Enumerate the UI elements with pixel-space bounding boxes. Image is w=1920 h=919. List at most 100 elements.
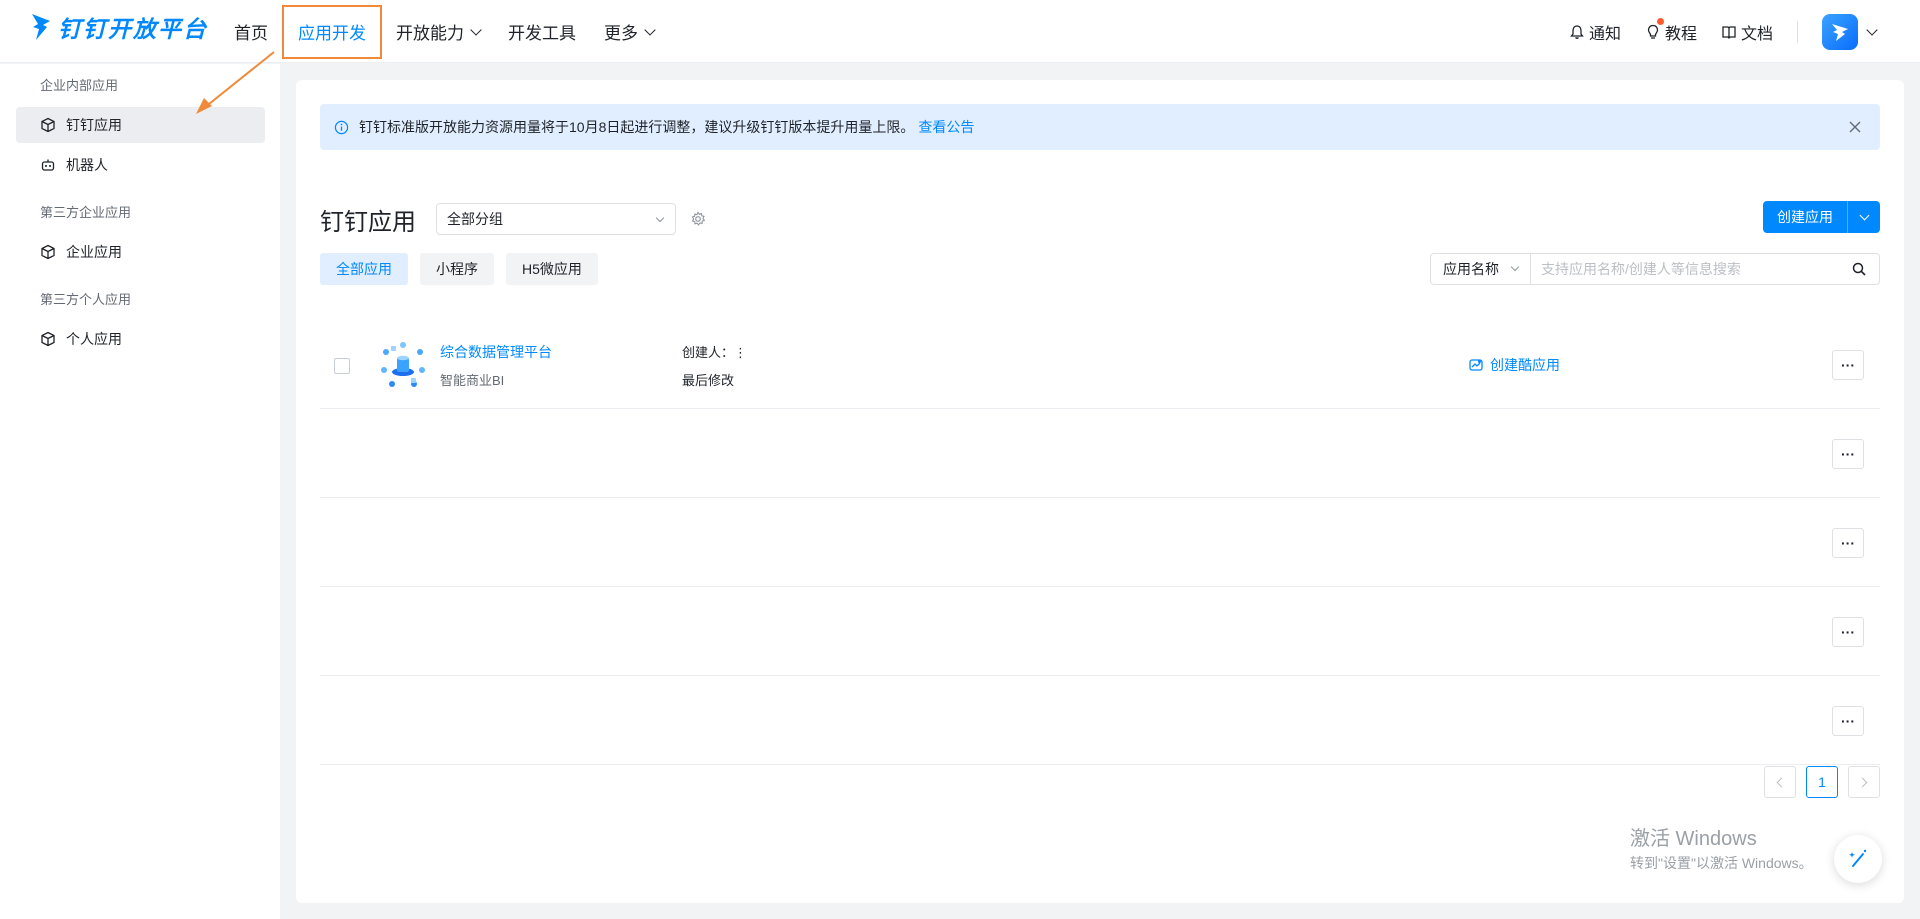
chevron-down-icon (655, 213, 665, 223)
sidebar-group-third-party-enterprise: 第三方企业应用 (40, 205, 132, 220)
cube-icon (41, 117, 55, 133)
nav-home[interactable]: 首页 (220, 0, 282, 63)
notice-text: 钉钉标准版开放能力资源用量将于10月8日起进行调整，建议升级钉钉版本提升用量上限… (359, 119, 915, 135)
notify-label: 通知 (1588, 25, 1621, 43)
chevron-right-icon (1857, 777, 1868, 787)
notification-dot (1656, 17, 1664, 25)
chevron-left-icon (1776, 777, 1787, 787)
app-type-tabs: 全部应用 小程序 H5微应用 (320, 253, 598, 285)
chevron-down-icon (470, 23, 482, 36)
search-icon[interactable] (1851, 261, 1867, 277)
tab-mini-program[interactable]: 小程序 (420, 253, 494, 285)
cube-icon (41, 244, 55, 260)
chevron-down-icon (644, 23, 656, 36)
title-row: 钉钉应用 全部分组 (320, 202, 706, 236)
lightbulb-icon (1647, 24, 1659, 39)
nav-home-label: 首页 (234, 24, 268, 43)
notice-link[interactable]: 查看公告 (918, 117, 974, 137)
create-cool-app-label: 创建酷应用 (1490, 357, 1560, 373)
tab-h5-micro-app[interactable]: H5微应用 (506, 253, 598, 285)
nav-more-label: 更多 (604, 24, 638, 43)
prev-page-button[interactable] (1764, 766, 1796, 798)
dingtalk-logo-icon (32, 14, 50, 40)
top-nav: 钉钉开放平台 首页 应用开发 开放能力 开发工具 更多 通知 教程 文档 (0, 0, 1920, 63)
cube-icon (41, 331, 55, 347)
assistant-fab[interactable] (1834, 835, 1882, 883)
main-nav: 首页 应用开发 开放能力 开发工具 更多 (220, 0, 668, 63)
more-actions-button[interactable]: ··· (1832, 528, 1864, 558)
creator-label: 创建人：⋮ (682, 345, 748, 360)
nav-app-dev-label: 应用开发 (298, 24, 366, 43)
sidebar: 企业内部应用 钉钉应用 机器人 第三方企业应用 企业应用 第三方个人应用 个人应… (0, 64, 280, 919)
table-row: 综合数据管理平台 智能商业BI 创建人：⋮ 最后修改 创建酷应用 ··· (320, 320, 1880, 409)
create-app-dropdown[interactable] (1848, 201, 1880, 233)
gear-icon[interactable] (690, 211, 706, 227)
logo-text: 钉钉开放平台 (58, 16, 208, 42)
watermark-title: 激活 Windows (1630, 828, 1757, 850)
create-app-main[interactable]: 创建应用 (1763, 201, 1848, 233)
chevron-down-icon (1866, 23, 1878, 36)
nav-more[interactable]: 更多 (590, 0, 668, 63)
sidebar-item-enterprise-apps[interactable]: 企业应用 (16, 234, 265, 270)
user-menu[interactable] (1822, 13, 1878, 50)
bell-icon (1570, 24, 1584, 39)
nav-dev-tools[interactable]: 开发工具 (494, 0, 590, 63)
tutorial-link[interactable]: 教程 (1645, 17, 1697, 44)
next-page-button[interactable] (1848, 766, 1880, 798)
app-list: 综合数据管理平台 智能商业BI 创建人：⋮ 最后修改 创建酷应用 ··· ···… (320, 320, 1880, 765)
sidebar-item-dingtalk-apps[interactable]: 钉钉应用 (16, 107, 265, 143)
search-type-select[interactable]: 应用名称 (1431, 254, 1531, 284)
robot-icon (41, 159, 55, 171)
table-row: ··· (320, 409, 1880, 498)
sidebar-item-label: 机器人 (66, 157, 108, 173)
more-actions-button[interactable]: ··· (1832, 706, 1864, 736)
more-actions-button[interactable]: ··· (1832, 617, 1864, 647)
app-name-link[interactable]: 综合数据管理平台 (440, 342, 552, 362)
avatar (1822, 13, 1858, 50)
sidebar-group-third-party-personal: 第三方个人应用 (40, 292, 132, 307)
group-select-value: 全部分组 (447, 211, 503, 227)
nav-open-capabilities-label: 开放能力 (396, 24, 464, 43)
nav-open-capabilities[interactable]: 开放能力 (382, 0, 494, 63)
pagination: 1 (1764, 766, 1880, 798)
search-input[interactable] (1531, 255, 1851, 283)
nav-divider (1797, 20, 1798, 43)
creator-label-text: 创建人： (682, 345, 735, 360)
nav-app-dev[interactable]: 应用开发 (282, 4, 382, 59)
table-row: ··· (320, 587, 1880, 676)
notify-link[interactable]: 通知 (1569, 20, 1621, 44)
sidebar-item-personal-apps[interactable]: 个人应用 (16, 321, 265, 357)
docs-link[interactable]: 文档 (1721, 20, 1773, 44)
search-type-value: 应用名称 (1443, 261, 1499, 277)
sidebar-item-label: 企业应用 (66, 244, 122, 260)
windows-activation-watermark: 激活 Windows 转到"设置"以激活 Windows。 (1630, 822, 1813, 873)
create-cool-app-link[interactable]: 创建酷应用 (1468, 355, 1560, 375)
page-number-button[interactable]: 1 (1806, 766, 1838, 798)
create-app-button[interactable]: 创建应用 (1763, 201, 1880, 233)
table-row: ··· (320, 676, 1880, 765)
nav-right: 通知 教程 文档 (1569, 0, 1920, 63)
cool-app-icon (1469, 359, 1483, 371)
page-title: 钉钉应用 (320, 208, 416, 236)
sidebar-item-label: 钉钉应用 (66, 117, 122, 133)
logo[interactable]: 钉钉开放平台 (30, 10, 208, 44)
data-platform-app-icon[interactable] (378, 340, 428, 390)
search-bar: 应用名称 (1430, 253, 1880, 285)
chevron-down-icon (1510, 262, 1520, 272)
notice-banner: 钉钉标准版开放能力资源用量将于10月8日起进行调整，建议升级钉钉版本提升用量上限… (320, 104, 1880, 150)
app-subtitle: 智能商业BI (440, 373, 505, 388)
sidebar-item-robot[interactable]: 机器人 (16, 147, 265, 183)
last-modified-label: 最后修改 (682, 373, 735, 388)
close-icon[interactable] (1846, 118, 1864, 136)
tab-all-apps[interactable]: 全部应用 (320, 253, 408, 285)
more-actions-button[interactable]: ··· (1832, 439, 1864, 469)
info-icon (334, 120, 349, 134)
docs-label: 文档 (1740, 25, 1773, 43)
more-actions-button[interactable]: ··· (1832, 350, 1864, 380)
tutorial-label: 教程 (1664, 25, 1697, 43)
sidebar-item-label: 个人应用 (66, 331, 122, 347)
row-checkbox[interactable] (334, 358, 350, 374)
main-content: 钉钉标准版开放能力资源用量将于10月8日起进行调整，建议升级钉钉版本提升用量上限… (296, 80, 1904, 903)
table-row: ··· (320, 498, 1880, 587)
group-select[interactable]: 全部分组 (436, 203, 676, 235)
